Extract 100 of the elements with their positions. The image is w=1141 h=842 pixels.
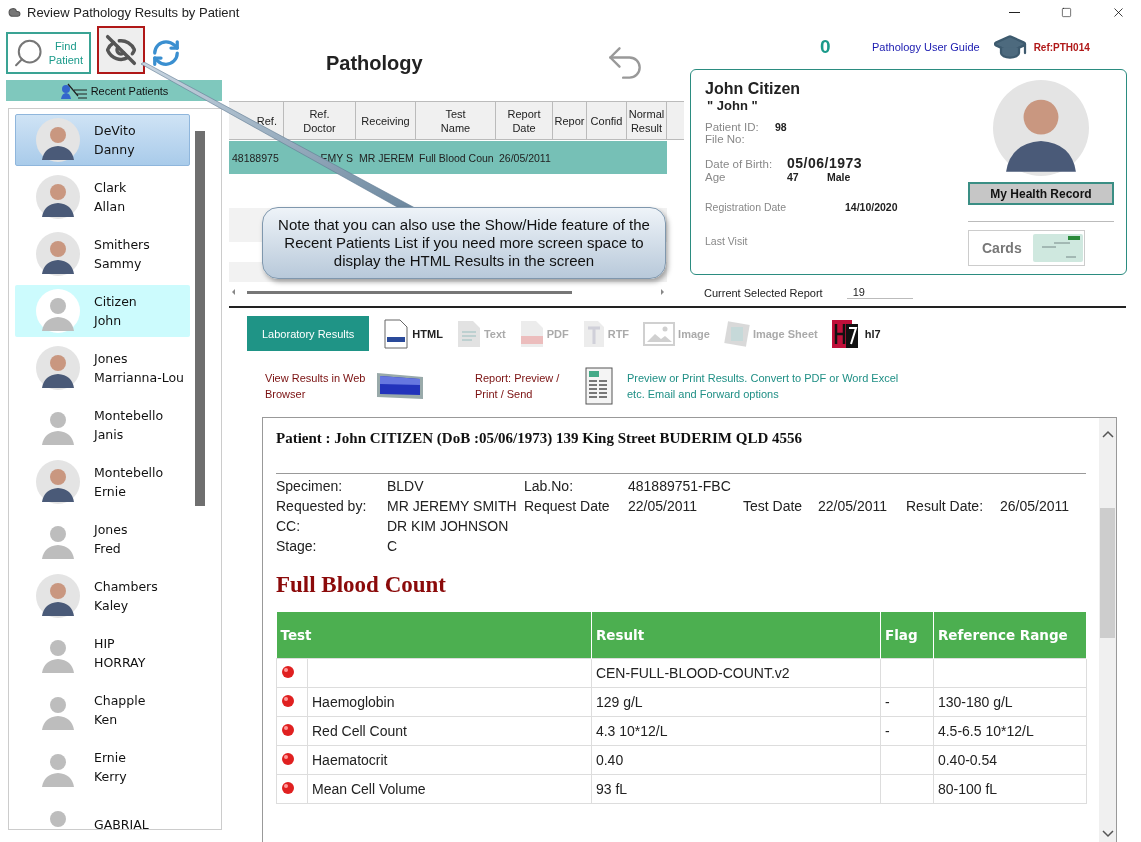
patient-first-name: Ernie xyxy=(94,484,127,499)
column-header[interactable]: Report Date xyxy=(496,102,553,139)
patient-list-item[interactable]: Chambers Kaley xyxy=(15,570,190,622)
table-cell: 93 fL xyxy=(591,774,881,804)
grid-cell-text: Full Blood Coun xyxy=(418,151,495,164)
patient-list-item[interactable]: Smithers Sammy xyxy=(15,228,190,280)
format-tab[interactable]: hl7 xyxy=(831,319,881,348)
maximize-icon xyxy=(1060,7,1072,18)
health-record-button[interactable]: My Health Record xyxy=(968,182,1114,205)
patient-last-name: Ernie xyxy=(94,750,127,765)
table-cell: - xyxy=(880,687,934,717)
patient-list-item[interactable]: Jones Fred xyxy=(15,513,190,565)
show-hide-button[interactable] xyxy=(97,26,145,74)
cards-button[interactable]: Cards xyxy=(968,230,1085,266)
avatar xyxy=(36,460,80,504)
detail-value: 22/05/2011 xyxy=(818,498,889,514)
patient-last-name: Clark xyxy=(94,180,127,195)
grid-cell-text: 48188975 xyxy=(231,151,280,164)
patient-first-name: Danny xyxy=(94,142,136,157)
status-dot-icon xyxy=(281,664,295,679)
laboratory-results-button[interactable]: Laboratory Results xyxy=(247,316,370,351)
user-guide-link[interactable]: Pathology User Guide xyxy=(872,41,980,53)
detail-label: Requested by: xyxy=(276,498,368,514)
patient-first-name: Allan xyxy=(94,199,127,214)
status-dot-icon xyxy=(281,780,295,795)
format-tab[interactable]: HTML xyxy=(383,318,443,349)
patient-last-name: Montebello xyxy=(94,408,164,423)
status-dot-icon xyxy=(281,722,295,737)
current-report-label: Current Selected Report xyxy=(704,286,823,299)
patient-last-name: Jones xyxy=(94,522,128,537)
avatar xyxy=(36,346,80,390)
callout-note: Note that you can also use the Show/Hide feature of the Recent Patients List if you need more screen space to display the HTML Results in the screen xyxy=(262,207,666,279)
patient-first-name: Fred xyxy=(94,541,122,556)
patient-list-item[interactable]: Chapple Ken xyxy=(15,684,190,736)
patient-last-name: Jones xyxy=(94,351,129,366)
field-label: Registration Date xyxy=(705,201,788,213)
patient-list-item[interactable]: Ernie Kerry xyxy=(15,741,190,793)
detail-label: Stage: xyxy=(276,538,318,554)
patient-list-item[interactable]: Montebello Ernie xyxy=(15,456,190,508)
detail-label: Request Date xyxy=(524,498,611,514)
scroll-down-icon[interactable] xyxy=(1101,830,1114,838)
table-cell: Red Cell Count xyxy=(307,716,592,746)
patient-list-item[interactable]: Clark Allan xyxy=(15,171,190,223)
field-label: Patient ID: xyxy=(705,121,760,133)
detail-label: Result Date: xyxy=(906,498,985,514)
field-value: 47 xyxy=(787,171,800,183)
action-label[interactable]: Report: Preview / Print / Send xyxy=(475,370,579,402)
column-header[interactable]: Receiving xyxy=(356,102,416,139)
patient-list-item[interactable]: Citizen John xyxy=(15,285,190,337)
patient-list-item[interactable]: Jones Marrianna-Lou xyxy=(15,342,190,394)
patient-first-name: Marrianna-Lou xyxy=(94,370,184,385)
avatar xyxy=(36,574,80,618)
detail-value: DR KIM JOHNSON xyxy=(387,518,510,534)
recent-patients-title: Recent Patients xyxy=(90,84,169,97)
action-label[interactable]: View Results in Web Browser xyxy=(265,370,369,402)
column-header[interactable]: Repor xyxy=(553,102,587,139)
patient-list-item[interactable]: Montebello Janis xyxy=(15,399,190,451)
column-header[interactable]: Normal Result xyxy=(627,102,667,139)
patient-last-name: Chapple xyxy=(94,693,146,708)
column-header[interactable]: Confid xyxy=(587,102,627,139)
patient-list-item[interactable]: GABRIAL xyxy=(15,798,190,829)
patient-list-item[interactable]: DeVito Danny xyxy=(15,114,190,166)
card-icon xyxy=(1031,233,1084,263)
current-report-field[interactable]: 19 xyxy=(846,286,913,299)
minimize-icon xyxy=(1008,12,1020,13)
browser-icon xyxy=(375,371,425,401)
action-button[interactable] xyxy=(585,367,613,405)
refresh-button[interactable] xyxy=(151,38,181,68)
detail-value: 26/05/2011 xyxy=(1000,498,1071,514)
table-cell: 130-180 g/L xyxy=(933,687,1087,717)
avatar xyxy=(36,175,80,219)
detail-value: 481889751-FBC xyxy=(628,478,732,494)
patient-last-name: DeVito xyxy=(94,123,136,138)
report-patient-line: Patient : John CITIZEN (DoB :05/06/1973) 139 King Street BUDERIM QLD 4556 xyxy=(276,430,803,447)
find-patient-button[interactable]: Find Patient xyxy=(6,32,91,74)
field-label: File No: xyxy=(705,133,746,145)
scrollbar[interactable] xyxy=(195,131,205,506)
action-description: Preview or Print Results. Convert to PDF or Word Excel etc. Email and Forward options xyxy=(627,371,900,402)
avatar xyxy=(36,289,80,333)
result-count: 0 xyxy=(820,36,832,58)
table-cell: 0.40-0.54 xyxy=(933,745,1087,775)
rtf-document-icon xyxy=(582,319,605,348)
table-cell: 80-100 fL xyxy=(933,774,1087,804)
document-icon xyxy=(383,318,410,349)
detail-value: C xyxy=(387,538,399,554)
patient-first-name: Ken xyxy=(94,712,119,727)
patient-last-name: Citizen xyxy=(94,294,137,309)
table-cell xyxy=(880,774,934,804)
avatar xyxy=(36,232,80,276)
table-cell: Haemoglobin xyxy=(307,687,592,717)
reference-code: Ref:PTH014 xyxy=(1033,41,1090,53)
table-cell: 0.40 xyxy=(591,745,881,775)
scroll-up-icon[interactable] xyxy=(1101,430,1114,438)
column-header[interactable]: Test Name xyxy=(416,102,496,139)
patient-list-item[interactable]: HIP HORRAY xyxy=(15,627,190,679)
vertical-scrollbar[interactable] xyxy=(1099,418,1116,842)
field-label: Date of Birth: xyxy=(705,158,774,170)
pdf-document-icon xyxy=(519,319,544,348)
action-button[interactable] xyxy=(375,371,425,401)
patient-first-name: HORRAY xyxy=(94,655,146,670)
